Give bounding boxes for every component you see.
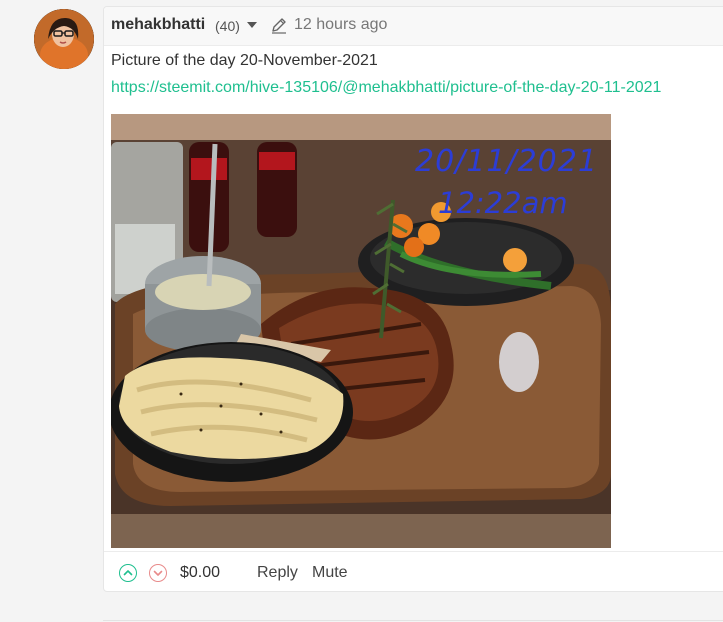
- author-name[interactable]: mehakbhatti: [111, 16, 205, 34]
- chevron-down-icon[interactable]: [247, 22, 257, 28]
- comment-body-text: Picture of the day 20-November-2021: [111, 52, 378, 69]
- upvote-icon[interactable]: [119, 564, 137, 582]
- image-overlay-date: 20/11/2021: [415, 144, 598, 179]
- comment-header: mehakbhatti (40) 12 hours ago: [104, 7, 723, 46]
- pencil-icon: [270, 17, 288, 35]
- comment-card: mehakbhatti (40) 12 hours ago Picture of…: [103, 6, 723, 592]
- comment-timestamp[interactable]: 12 hours ago: [294, 16, 387, 34]
- divider: [103, 620, 723, 621]
- author-reputation: (40): [215, 18, 240, 34]
- comment-footer: $0.00 Reply Mute: [104, 551, 723, 593]
- mute-button[interactable]: Mute: [312, 564, 348, 582]
- image-overlay-time: 12:22am: [438, 186, 568, 220]
- post-image[interactable]: 20/11/2021 12:22am: [111, 114, 611, 548]
- payout-value[interactable]: $0.00: [180, 564, 220, 582]
- post-link[interactable]: https://steemit.com/hive-135106/@mehakbh…: [111, 79, 661, 97]
- reply-button[interactable]: Reply: [257, 564, 298, 582]
- downvote-icon[interactable]: [149, 564, 167, 582]
- author-avatar[interactable]: [34, 9, 94, 69]
